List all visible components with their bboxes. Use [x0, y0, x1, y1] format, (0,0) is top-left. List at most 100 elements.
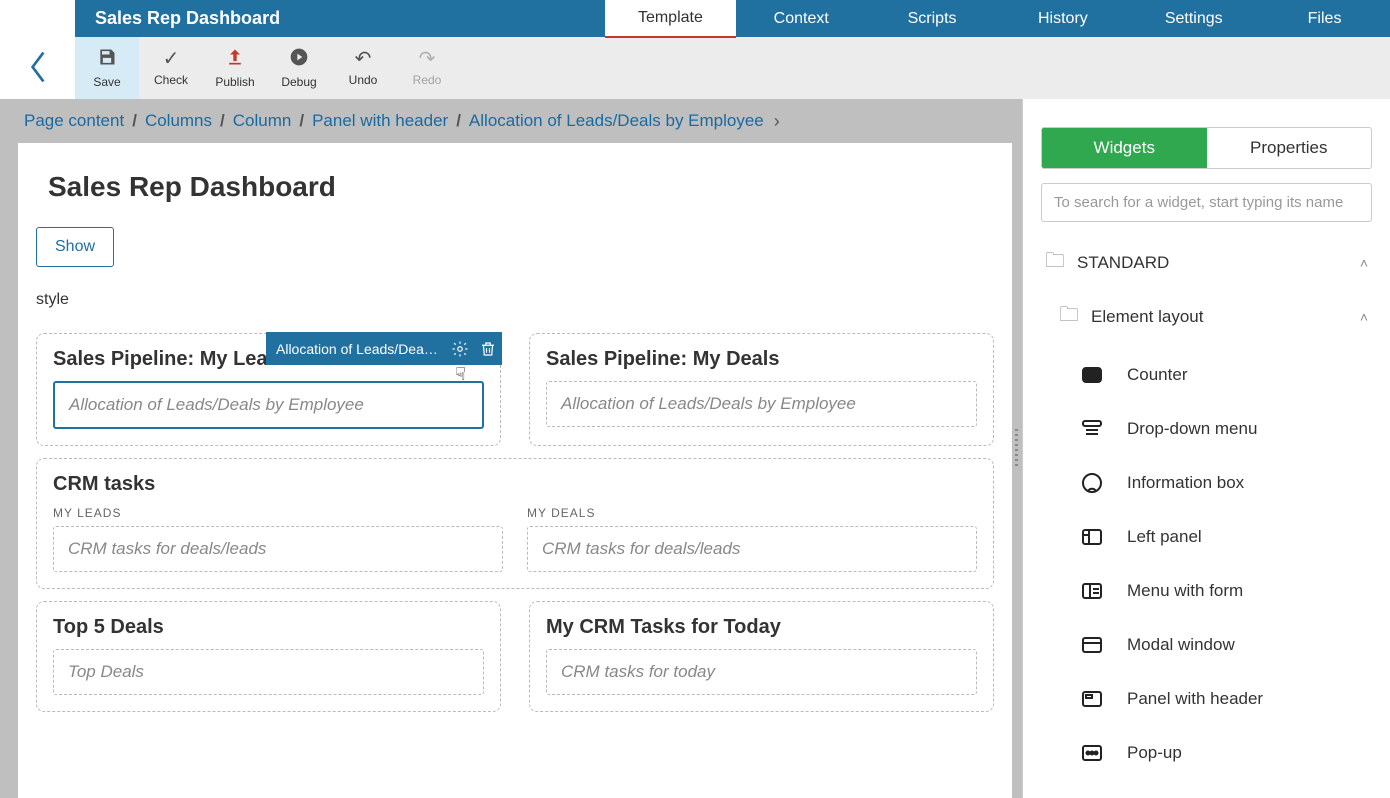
modal-icon — [1079, 632, 1105, 658]
selection-badge-label: Allocation of Leads/Deals b... — [266, 341, 446, 357]
breadcrumb-sep: / — [220, 111, 225, 131]
check-label: Check — [154, 73, 188, 87]
toolbar-row: Save ✓ Check Publish Debug ↶ Undo ↷ Redo — [0, 37, 1390, 99]
slot-crm-leads[interactable]: CRM tasks for deals/leads — [53, 526, 503, 572]
panel-crm-tasks[interactable]: CRM tasks MY LEADS CRM tasks for deals/l… — [36, 458, 994, 589]
widget-label: Pop-up — [1127, 743, 1182, 763]
widget-label: Left panel — [1127, 527, 1202, 547]
breadcrumb-sep: / — [132, 111, 137, 131]
widget-pop-up[interactable]: Pop-up — [1023, 726, 1390, 780]
debug-label: Debug — [281, 75, 316, 89]
widget-dropdown-menu[interactable]: Drop-down menu — [1023, 402, 1390, 456]
style-label: style — [36, 291, 994, 309]
chevron-up-icon: ˄ — [1360, 255, 1368, 271]
pane-divider[interactable] — [1012, 99, 1022, 798]
menu-form-icon — [1079, 578, 1105, 604]
top-header: Sales Rep Dashboard Template Context Scr… — [0, 0, 1390, 37]
widget-panel-with-header[interactable]: Panel with header — [1023, 672, 1390, 726]
widget-search — [1041, 183, 1372, 222]
section-element-layout-label: Element layout — [1091, 307, 1203, 327]
slot-crm-deals[interactable]: CRM tasks for deals/leads — [527, 526, 977, 572]
slot-crm-today[interactable]: CRM tasks for today — [546, 649, 977, 695]
search-input[interactable] — [1041, 183, 1372, 222]
publish-button[interactable]: Publish — [203, 37, 267, 99]
widget-list: 1 Counter Drop-down menu Information box… — [1023, 344, 1390, 784]
panel-title-top5: Top 5 Deals — [53, 616, 484, 639]
panel-crm-today[interactable]: My CRM Tasks for Today CRM tasks for tod… — [529, 601, 994, 712]
panel-row-crm: CRM tasks MY LEADS CRM tasks for deals/l… — [36, 458, 994, 589]
widget-label: Menu with form — [1127, 581, 1243, 601]
panel-title-crm: CRM tasks — [53, 473, 977, 496]
chevron-right-icon: › — [774, 111, 780, 132]
check-icon: ✓ — [163, 49, 180, 69]
publish-icon — [225, 47, 245, 71]
right-pane-tabs: Widgets Properties — [1041, 127, 1372, 169]
panel-title-today: My CRM Tasks for Today — [546, 616, 977, 639]
breadcrumb: Page content / Columns / Column / Panel … — [18, 99, 1012, 143]
tab-template[interactable]: Template — [605, 0, 736, 38]
widget-label: Panel with header — [1127, 689, 1263, 709]
tab-properties[interactable]: Properties — [1207, 128, 1372, 168]
debug-icon — [289, 47, 309, 71]
surface-body[interactable]: Show style Sales Pipeline: My Leads Allo… — [18, 227, 1012, 798]
undo-button[interactable]: ↶ Undo — [331, 37, 395, 99]
section-element-layout[interactable]: 🗀 Element layout ˄ — [1023, 290, 1390, 344]
chevron-up-icon: ˄ — [1360, 309, 1368, 325]
widget-menu-with-form[interactable]: Menu with form — [1023, 564, 1390, 618]
info-icon — [1079, 470, 1105, 496]
panel-header-icon — [1079, 686, 1105, 712]
back-button[interactable] — [0, 37, 75, 99]
left-panel-icon — [1079, 524, 1105, 550]
crumb-columns[interactable]: Columns — [145, 111, 212, 131]
tab-widgets[interactable]: Widgets — [1042, 128, 1207, 168]
dropdown-icon — [1079, 416, 1105, 442]
section-standard[interactable]: 🗀 STANDARD ˄ — [1023, 236, 1390, 290]
breadcrumb-sep: / — [299, 111, 304, 131]
debug-button[interactable]: Debug — [267, 37, 331, 99]
widget-counter[interactable]: 1 Counter — [1023, 348, 1390, 402]
crumb-panel-with-header[interactable]: Panel with header — [312, 111, 448, 131]
widget-label: Information box — [1127, 473, 1244, 493]
slot-allocation-leads[interactable]: Allocation of Leads/Deals by Employee — [53, 381, 484, 429]
crm-my-leads-label: MY LEADS — [53, 506, 503, 520]
crumb-allocation[interactable]: Allocation of Leads/Deals by Employee — [469, 111, 764, 131]
widget-left-panel[interactable]: Left panel — [1023, 510, 1390, 564]
slot-allocation-deals[interactable]: Allocation of Leads/Deals by Employee — [546, 381, 977, 427]
crumb-page-content[interactable]: Page content — [24, 111, 124, 131]
panel-my-leads[interactable]: Sales Pipeline: My Leads Allocation of L… — [36, 333, 501, 446]
tab-scripts[interactable]: Scripts — [867, 0, 998, 37]
save-label: Save — [93, 75, 120, 89]
panel-top5-deals[interactable]: Top 5 Deals Top Deals — [36, 601, 501, 712]
widget-label: Modal window — [1127, 635, 1235, 655]
canvas-outer: Page content / Columns / Column / Panel … — [18, 99, 1012, 798]
redo-icon: ↷ — [419, 49, 436, 69]
redo-label: Redo — [413, 73, 442, 87]
svg-text:1: 1 — [1089, 371, 1095, 382]
redo-button[interactable]: ↷ Redo — [395, 37, 459, 99]
tab-context[interactable]: Context — [736, 0, 867, 37]
trash-icon[interactable] — [474, 340, 502, 358]
crm-my-deals-label: MY DEALS — [527, 506, 977, 520]
gear-icon[interactable] — [446, 340, 474, 358]
panel-my-deals[interactable]: Sales Pipeline: My Deals Allocation of L… — [529, 333, 994, 446]
design-surface: Sales Rep Dashboard Show style Sales Pip… — [18, 143, 1012, 798]
tab-history[interactable]: History — [997, 0, 1128, 37]
page-header-title: Sales Rep Dashboard — [75, 0, 605, 37]
crumb-column[interactable]: Column — [233, 111, 292, 131]
popup-icon — [1079, 740, 1105, 766]
selection-badge: Allocation of Leads/Deals b... — [266, 332, 502, 365]
page-title: Sales Rep Dashboard — [18, 143, 1012, 227]
tab-files[interactable]: Files — [1259, 0, 1390, 37]
panel-row-bottom: Top 5 Deals Top Deals My CRM Tasks for T… — [36, 601, 994, 712]
widget-modal-window[interactable]: Modal window — [1023, 618, 1390, 672]
tab-settings[interactable]: Settings — [1128, 0, 1259, 37]
publish-label: Publish — [215, 75, 254, 89]
save-button[interactable]: Save — [75, 37, 139, 99]
slot-top-deals[interactable]: Top Deals — [53, 649, 484, 695]
toolbar: Save ✓ Check Publish Debug ↶ Undo ↷ Redo — [75, 37, 1390, 99]
undo-icon: ↶ — [355, 49, 372, 69]
check-button[interactable]: ✓ Check — [139, 37, 203, 99]
folder-icon: 🗀 — [1059, 300, 1079, 334]
show-button[interactable]: Show — [36, 227, 114, 267]
widget-information-box[interactable]: Information box — [1023, 456, 1390, 510]
